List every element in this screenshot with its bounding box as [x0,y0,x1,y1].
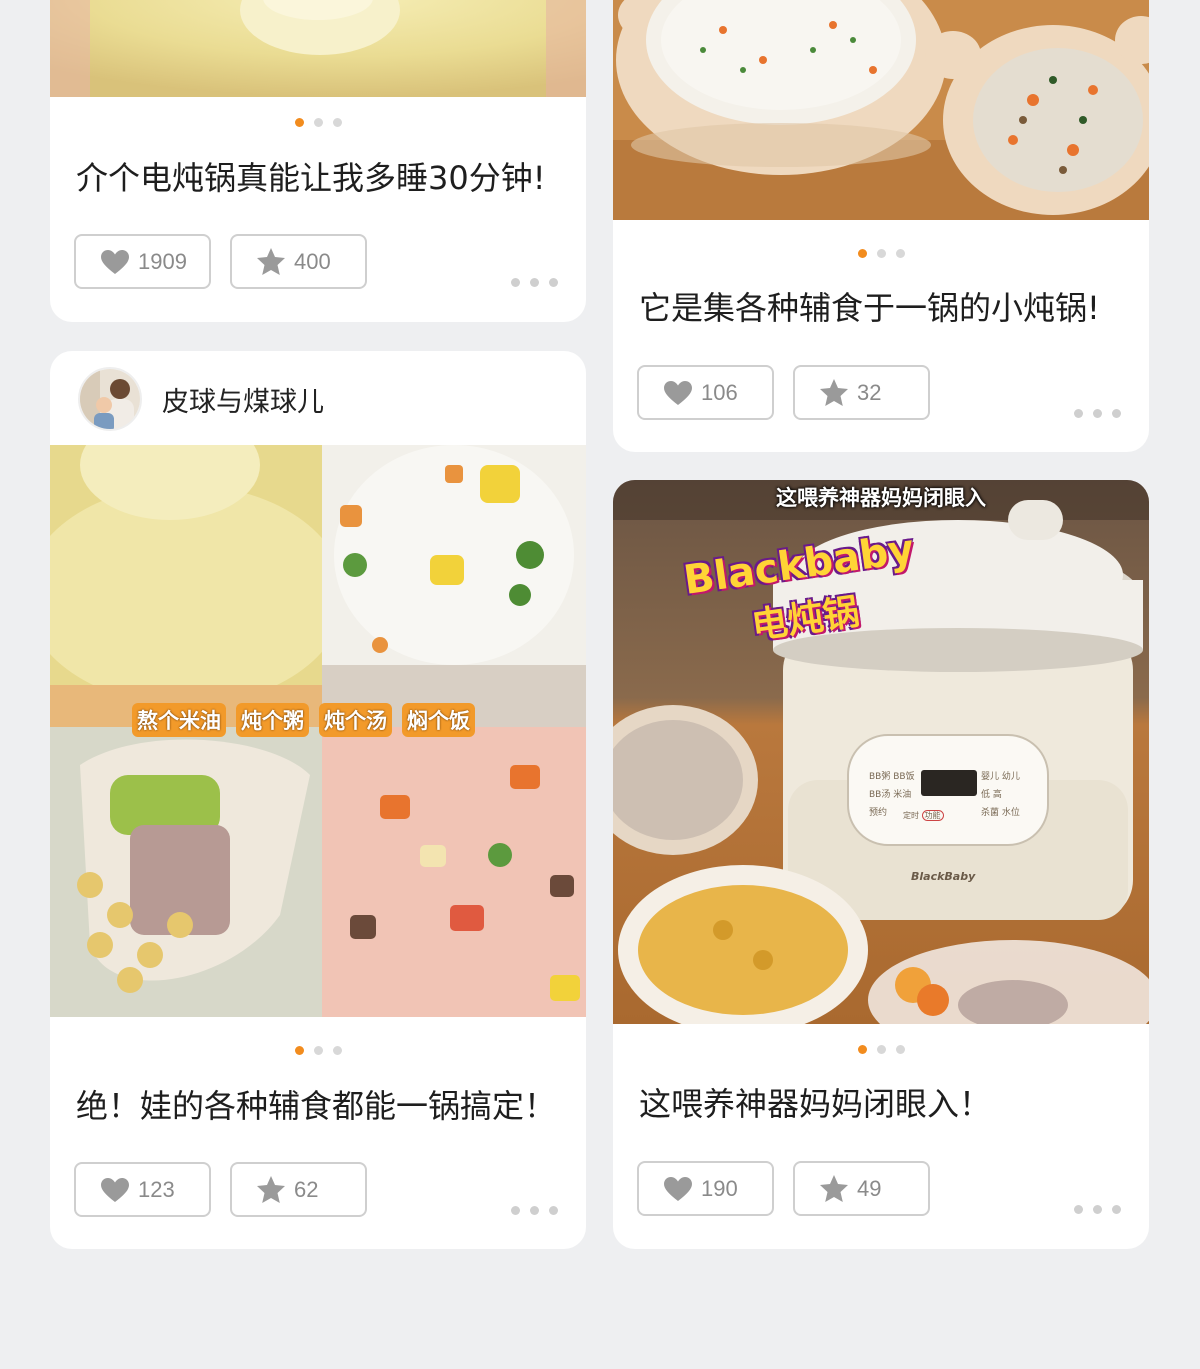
post-title[interactable]: 这喂养神器妈妈闭眼入！ [639,1084,1129,1124]
post-image[interactable]: 熬个米油 炖个粥 炖个汤 焖个饭 [50,445,586,1017]
like-button[interactable]: 123 [74,1162,211,1217]
cooker-label: 定时 [903,811,919,820]
caption-item: 炖个粥 [236,703,309,737]
carousel-indicator [50,1046,586,1056]
cooker-logo: BlackBaby [911,870,976,883]
cooker-labels-right: 婴儿 幼儿 低 高 杀菌 水位 [981,768,1031,822]
star-icon [257,1176,285,1203]
cooker-label: 功能 [921,810,944,821]
favorite-count: 400 [294,248,331,274]
favorite-button[interactable]: 49 [793,1161,930,1216]
post-title[interactable]: 它是集各种辅食于一锅的小炖锅! [639,288,1129,328]
like-count: 190 [701,1175,738,1201]
author-row[interactable]: 皮球与煤球儿 [78,367,324,431]
like-count: 1909 [138,248,187,274]
more-dots-icon[interactable] [1074,1205,1121,1214]
post-card[interactable]: 皮球与煤球儿 熬个米油 炖个粥 炖个汤 焖个饭 绝！娃的各种辅食都能一锅搞定！ … [50,351,586,1249]
cooker-label: 婴儿 [981,772,1000,782]
cooker-label: 米油 [893,790,912,800]
heart-icon [664,380,692,405]
caption-item: 炖个汤 [319,703,392,737]
image-banner: 这喂养神器妈妈闭眼入 [776,486,986,510]
cooker-label: 低 [981,790,991,800]
carousel-indicator [613,1045,1149,1055]
cooker-label: 高 [992,790,1002,800]
cooker-label: 水位 [1001,808,1020,818]
carousel-indicator [613,249,1149,259]
cooker-label: 预约 [869,808,888,818]
cooker-label: 杀菌 [981,808,1000,818]
caption-item: 焖个饭 [402,703,475,737]
post-title[interactable]: 绝！娃的各种辅食都能一锅搞定！ [76,1086,566,1126]
star-icon [257,248,285,275]
like-count: 123 [138,1176,175,1202]
cooker-label: BB汤 [869,790,891,800]
like-button[interactable]: 1909 [74,234,211,289]
star-icon [820,379,848,406]
like-count: 106 [701,379,738,405]
more-dots-icon[interactable] [511,278,558,287]
post-image[interactable]: 这喂养神器妈妈闭眼入 Blackbaby 电炖锅 BB粥 BB饭 BB汤 米油 … [613,480,1149,1024]
like-button[interactable]: 106 [637,365,774,420]
star-icon [820,1175,848,1202]
cooker-labels-mid: 定时 功能 [903,810,944,821]
post-image[interactable] [613,0,1149,220]
favorite-count: 49 [857,1175,882,1201]
favorite-button[interactable]: 400 [230,234,367,289]
post-title[interactable]: 介个电炖锅真能让我多睡30分钟! [76,158,566,198]
favorite-button[interactable]: 32 [793,365,930,420]
more-dots-icon[interactable] [1074,409,1121,418]
more-dots-icon[interactable] [511,1206,558,1215]
heart-icon [664,1176,692,1201]
image-caption: 熬个米油 炖个粥 炖个汤 焖个饭 [132,703,512,737]
carousel-indicator [50,118,586,128]
cooker-label: BB饭 [893,772,915,782]
heart-icon [101,1177,129,1202]
heart-icon [101,249,129,274]
avatar[interactable] [78,367,142,431]
favorite-count: 32 [857,379,882,405]
author-name[interactable]: 皮球与煤球儿 [162,380,324,419]
post-card[interactable]: 它是集各种辅食于一锅的小炖锅! 106 32 [613,0,1149,452]
favorite-count: 62 [294,1176,319,1202]
post-card[interactable]: 这喂养神器妈妈闭眼入 Blackbaby 电炖锅 BB粥 BB饭 BB汤 米油 … [613,480,1149,1249]
post-image[interactable] [50,0,586,97]
favorite-button[interactable]: 62 [230,1162,367,1217]
like-button[interactable]: 190 [637,1161,774,1216]
cooker-label: BB粥 [869,772,891,782]
cooker-label: 幼儿 [1001,772,1020,782]
caption-item: 熬个米油 [132,703,226,737]
post-card[interactable]: 介个电炖锅真能让我多睡30分钟! 1909 400 [50,0,586,322]
